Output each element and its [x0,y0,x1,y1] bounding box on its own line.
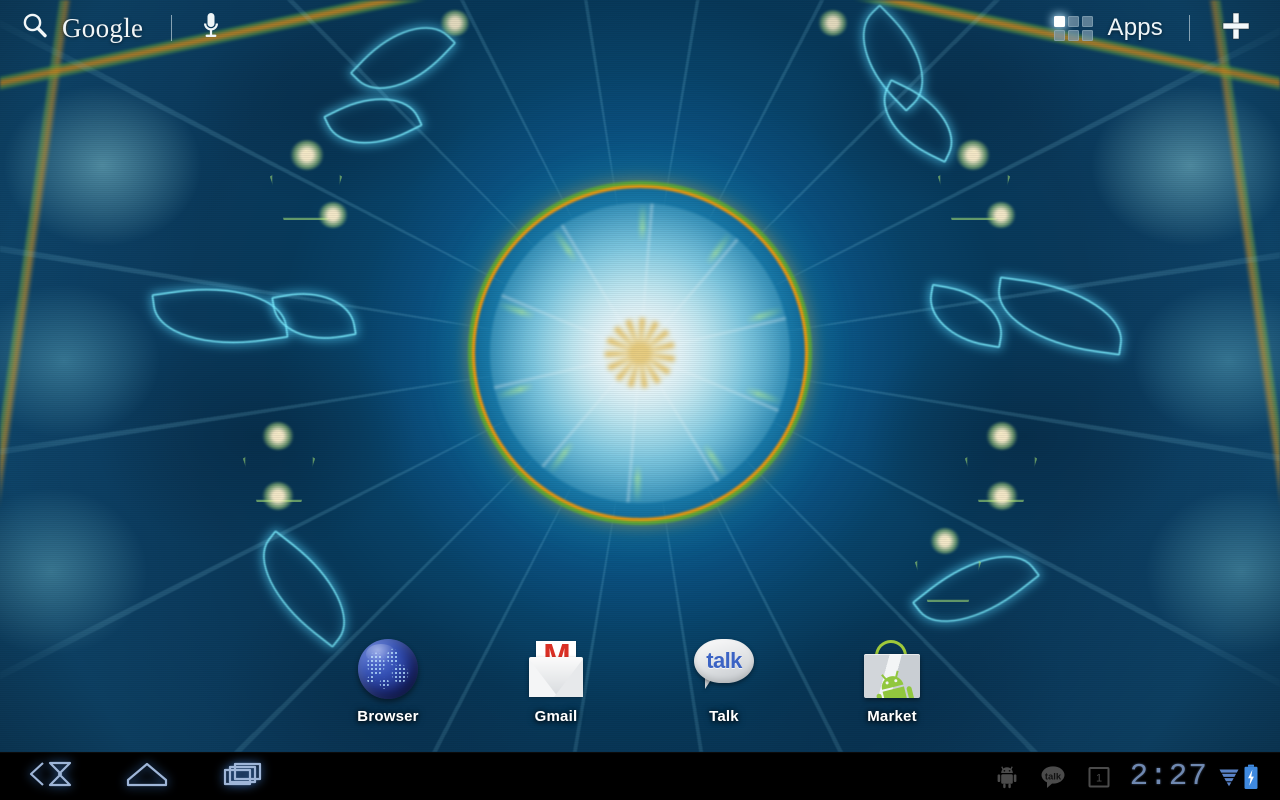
android-robot-icon[interactable] [984,757,1030,797]
status-area[interactable]: talk 1 2:27 [984,757,1272,797]
recent-apps-button[interactable] [216,757,270,797]
navigation-buttons [14,757,270,797]
apps-divider [1189,15,1190,41]
talk-bubble-icon: talk [691,636,757,702]
apps-grid-icon [1054,15,1094,41]
market-bag-icon [859,636,925,702]
apps-drawer-button[interactable]: Apps [1044,10,1173,46]
home-shortcuts-row: Browser M Gmail talk Talk Market [0,636,1280,748]
apps-label: Apps [1107,14,1163,41]
app-shortcut-browser[interactable]: Browser [332,636,444,725]
browser-globe-icon [355,636,421,702]
app-label: Browser [357,708,419,725]
apps-widget: Apps [1044,6,1262,51]
search-widget: Google [14,7,234,50]
home-button[interactable] [120,757,174,797]
talk-notification-icon[interactable]: talk [1030,757,1076,797]
app-label: Talk [709,708,739,725]
voice-search-button[interactable] [188,7,234,50]
calendar-day-number: 1 [1096,772,1102,784]
home-icon [125,761,169,792]
status-clock[interactable]: 2:27 [1122,761,1218,792]
microphone-icon [200,12,222,45]
app-shortcut-talk[interactable]: talk Talk [668,636,780,725]
plus-icon [1220,12,1252,46]
google-search-button[interactable]: Google [14,7,155,50]
search-icon [20,11,50,46]
talk-bubble-text: talk [706,648,742,673]
app-label: Gmail [534,708,578,725]
battery-charging-icon[interactable] [1240,757,1266,797]
app-label: Market [867,708,917,725]
calendar-icon[interactable]: 1 [1076,757,1122,797]
system-bar: talk 1 2:27 [0,752,1280,800]
home-screen: Google Apps Browser M Gmail talk Talk Ma… [0,0,1280,800]
back-arrow-icon [29,761,73,792]
talk-notification-text: talk [1044,771,1061,782]
google-label: Google [62,12,144,43]
app-shortcut-gmail[interactable]: M Gmail [500,636,612,725]
customize-home-button[interactable] [1206,6,1262,51]
wifi-signal-icon[interactable] [1218,757,1240,797]
gmail-envelope-icon: M [523,636,589,702]
search-divider [171,15,173,41]
app-shortcut-market[interactable]: Market [836,636,948,725]
recent-apps-icon [221,761,265,792]
back-button[interactable] [24,757,78,797]
top-bar: Google Apps [0,0,1280,56]
